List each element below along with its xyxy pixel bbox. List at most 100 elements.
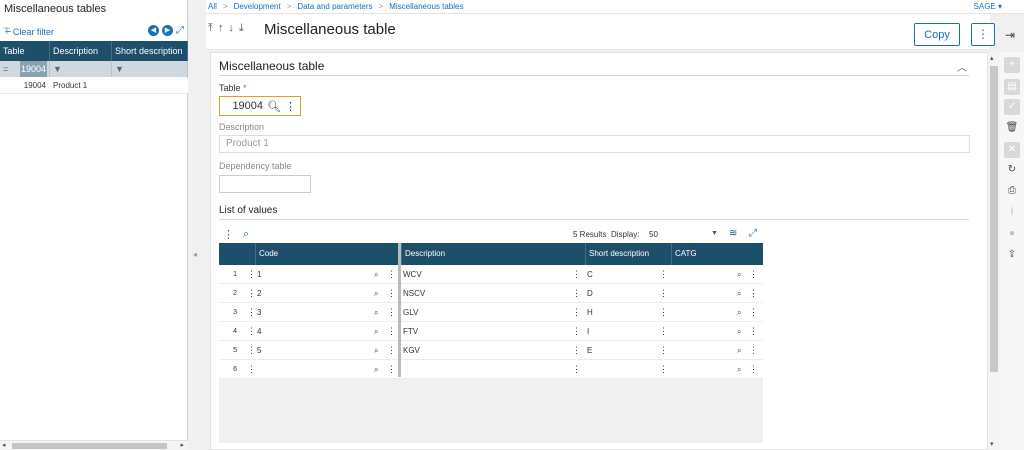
- table-row[interactable]: 1 ⋮ 1 ⌕ ⋮ WCV ⋮ C ⋮ ⌕ ⋮: [219, 265, 763, 284]
- expand-icon[interactable]: ⤢: [176, 25, 184, 36]
- search-icon[interactable]: ⌕: [374, 284, 378, 303]
- collapse-panel-icon[interactable]: ◂: [193, 250, 197, 259]
- cell-actions-icon[interactable]: ⋮: [749, 265, 758, 284]
- cell-code[interactable]: 1: [257, 265, 261, 284]
- cell-actions-icon[interactable]: ⋮: [749, 303, 758, 322]
- search-icon[interactable]: ⌕: [737, 322, 741, 341]
- cell-actions-icon[interactable]: ⋮: [387, 303, 396, 322]
- layers-icon[interactable]: ≋: [729, 228, 737, 239]
- search-icon[interactable]: ⌕: [737, 360, 741, 379]
- comment-icon[interactable]: ●: [1004, 226, 1020, 242]
- row-actions-icon[interactable]: ⋮: [247, 284, 256, 303]
- cell-actions-icon[interactable]: ⋮: [749, 341, 758, 360]
- left-col-short-description[interactable]: Short description: [112, 41, 188, 61]
- search-icon[interactable]: ⌕: [737, 284, 741, 303]
- cell-actions-icon[interactable]: ⋮: [659, 341, 668, 360]
- user-menu[interactable]: SAGE ▾: [974, 2, 1002, 11]
- search-icon[interactable]: ⌕: [374, 360, 378, 379]
- cell-actions-icon[interactable]: ⋮: [387, 322, 396, 341]
- breadcrumb-misc-tables[interactable]: Miscellaneous tables: [389, 2, 463, 11]
- grid-col-catg[interactable]: CATG: [671, 243, 763, 265]
- next-icon[interactable]: ▶: [162, 25, 173, 36]
- cell-description[interactable]: KGV: [403, 341, 420, 360]
- search-icon[interactable]: ⌕: [374, 303, 378, 322]
- scroll-thumb[interactable]: [990, 66, 998, 372]
- left-col-table[interactable]: Table: [0, 41, 50, 61]
- more-actions-button[interactable]: ⋮: [971, 23, 995, 46]
- cell-actions-icon[interactable]: ⋮: [572, 284, 581, 303]
- cell-actions-icon[interactable]: ⋮: [387, 360, 396, 379]
- chevron-down-icon[interactable]: ▼: [711, 230, 718, 237]
- expand-grid-icon[interactable]: ⤢: [749, 228, 757, 239]
- table-row[interactable]: 3 ⋮ 3 ⌕ ⋮ GLV ⋮ H ⋮ ⌕ ⋮: [219, 303, 763, 322]
- add-icon[interactable]: +: [1004, 57, 1020, 73]
- previous-record-icon[interactable]: ↑: [218, 22, 224, 35]
- panel-splitter[interactable]: ◂: [188, 0, 206, 450]
- cell-description[interactable]: NSCV: [403, 284, 425, 303]
- cell-short-description[interactable]: C: [587, 265, 593, 284]
- cell-actions-icon[interactable]: ⋮: [659, 265, 668, 284]
- left-grid-row[interactable]: 19004 Product 1: [0, 78, 188, 94]
- breadcrumb-development[interactable]: Development: [234, 2, 281, 11]
- cell-actions-icon[interactable]: ⋮: [387, 284, 396, 303]
- left-filter-short-description[interactable]: ▼: [112, 61, 188, 77]
- delete-icon[interactable]: 🗑︎: [1004, 120, 1020, 136]
- left-filter-table[interactable]: = 19004: [0, 61, 50, 77]
- row-actions-icon[interactable]: ⋮: [247, 360, 256, 379]
- cell-actions-icon[interactable]: ⋮: [749, 322, 758, 341]
- cell-actions-icon[interactable]: ⋮: [572, 303, 581, 322]
- grid-col-description[interactable]: Description: [401, 243, 585, 265]
- cell-code[interactable]: 3: [257, 303, 261, 322]
- grid-actions-icon[interactable]: ⋮: [223, 228, 234, 241]
- cell-actions-icon[interactable]: ⋮: [749, 360, 758, 379]
- description-field[interactable]: Product 1: [219, 135, 970, 153]
- cell-actions-icon[interactable]: ⋮: [572, 360, 581, 379]
- cell-actions-icon[interactable]: ⋮: [659, 360, 668, 379]
- clear-filter-button[interactable]: ⊤̶ Clear filter: [3, 26, 54, 37]
- cell-actions-icon[interactable]: ⋮: [749, 284, 758, 303]
- cell-actions-icon[interactable]: ⋮: [572, 341, 581, 360]
- cell-code[interactable]: 2: [257, 284, 261, 303]
- row-actions-icon[interactable]: ⋮: [247, 322, 256, 341]
- refresh-icon[interactable]: ↻: [1004, 162, 1020, 178]
- copy-button[interactable]: Copy: [914, 23, 960, 46]
- field-actions-icon[interactable]: ⋮: [285, 100, 296, 113]
- cell-actions-icon[interactable]: ⋮: [659, 303, 668, 322]
- search-icon[interactable]: ⌕: [374, 341, 378, 360]
- print-icon[interactable]: ⎙: [1004, 183, 1020, 199]
- table-input[interactable]: 19004 🔍︎ ⋮: [219, 96, 301, 116]
- cell-description[interactable]: WCV: [403, 265, 422, 284]
- cell-actions-icon[interactable]: ⋮: [572, 265, 581, 284]
- cell-short-description[interactable]: D: [587, 284, 593, 303]
- grid-col-code[interactable]: Code: [255, 243, 398, 265]
- table-row[interactable]: 2 ⋮ 2 ⌕ ⋮ NSCV ⋮ D ⋮ ⌕ ⋮: [219, 284, 763, 303]
- search-icon[interactable]: ⌕: [374, 322, 378, 341]
- display-select-value[interactable]: 50: [649, 230, 658, 239]
- grid-col-short-description[interactable]: Short description: [585, 243, 671, 265]
- cell-actions-icon[interactable]: ⋮: [387, 265, 396, 284]
- table-row[interactable]: 6 ⋮ ⌕ ⋮ ⋮ ⋮ ⌕ ⋮: [219, 360, 763, 379]
- scroll-right-icon[interactable]: ▸: [180, 441, 184, 449]
- row-actions-icon[interactable]: ⋮: [247, 303, 256, 322]
- dependency-table-input[interactable]: [219, 175, 311, 193]
- previous-icon[interactable]: ◀: [148, 25, 159, 36]
- left-filter-description[interactable]: ▼: [50, 61, 112, 77]
- save-icon[interactable]: ▤: [1004, 79, 1020, 95]
- next-record-icon[interactable]: ↓: [228, 22, 234, 35]
- first-record-icon[interactable]: ⤒: [208, 22, 213, 35]
- grid-search-icon[interactable]: ⌕: [243, 228, 249, 241]
- last-record-icon[interactable]: ⤓: [239, 22, 244, 35]
- exit-icon[interactable]: ⇥: [1005, 28, 1015, 42]
- cell-description[interactable]: FTV: [403, 322, 418, 341]
- row-actions-icon[interactable]: ⋮: [247, 341, 256, 360]
- breadcrumb-all[interactable]: All: [208, 2, 217, 11]
- search-icon[interactable]: ⌕: [737, 265, 741, 284]
- cell-code[interactable]: 5: [257, 341, 261, 360]
- attachment-icon[interactable]: ⌇: [1004, 205, 1020, 221]
- left-horizontal-scrollbar[interactable]: ◂ ▸: [0, 440, 188, 450]
- cell-description[interactable]: GLV: [403, 303, 418, 322]
- table-row[interactable]: 5 ⋮ 5 ⌕ ⋮ KGV ⋮ E ⋮ ⌕ ⋮: [219, 341, 763, 360]
- export-icon[interactable]: ⇪: [1004, 247, 1020, 263]
- scroll-thumb[interactable]: [12, 443, 167, 449]
- cell-short-description[interactable]: E: [587, 341, 592, 360]
